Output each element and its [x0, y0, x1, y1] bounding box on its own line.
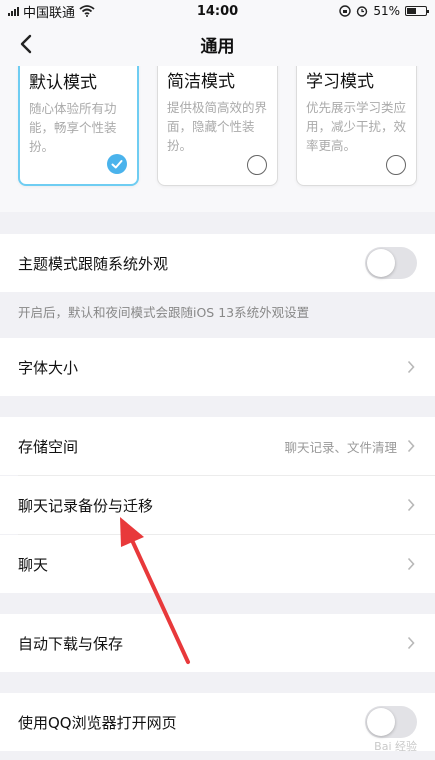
radio-icon	[247, 155, 267, 175]
chat-row[interactable]: 聊天	[0, 535, 435, 593]
carrier-label: 中国联通	[23, 5, 76, 21]
theme-follow-row[interactable]: 主题模式跟随系统外观	[0, 234, 435, 292]
chevron-right-icon	[405, 557, 417, 571]
row-label: 聊天	[18, 555, 49, 574]
mode-title: 默认模式	[29, 73, 97, 93]
chevron-right-icon	[405, 498, 417, 512]
checkmark-icon	[107, 154, 127, 174]
mode-title: 学习模式	[306, 72, 374, 92]
row-label: 字体大小	[18, 358, 79, 377]
toggle-knob	[367, 249, 395, 277]
row-label: 主题模式跟随系统外观	[18, 254, 169, 273]
auto-download-row[interactable]: 自动下载与保存	[0, 614, 435, 672]
mode-card-default[interactable]: 默认模式 随心体验所有功能，畅享个性装扮。	[18, 66, 139, 186]
chevron-right-icon	[405, 360, 417, 374]
mode-desc: 优先展示学习类应用，减少干扰，效率更高。	[306, 100, 407, 153]
chat-backup-row[interactable]: 聊天记录备份与迁移	[0, 476, 435, 534]
mode-desc: 提供极简高效的界面，隐藏个性装扮。	[167, 100, 268, 153]
mode-desc: 随心体验所有功能，畅享个性装扮。	[29, 101, 117, 154]
battery-percent: 51%	[373, 4, 401, 18]
row-label: 存储空间	[18, 437, 79, 456]
mode-card-study[interactable]: 学习模式 优先展示学习类应用，减少干扰，效率更高。	[296, 66, 417, 186]
status-left: 中国联通	[8, 2, 148, 21]
wifi-icon	[79, 5, 95, 17]
row-label: 使用QQ浏览器打开网页	[18, 713, 177, 732]
toggle-knob	[367, 708, 395, 736]
mode-selector: 默认模式 随心体验所有功能，畅享个性装扮。 简洁模式 提供极简高效的界面，隐藏个…	[0, 66, 435, 212]
mode-card-simple[interactable]: 简洁模式 提供极简高效的界面，隐藏个性装扮。	[157, 66, 278, 186]
clock: 14:00	[196, 3, 239, 19]
row-label: 自动下载与保存	[18, 634, 124, 653]
chevron-left-icon	[20, 34, 32, 54]
theme-follow-toggle[interactable]	[365, 247, 417, 279]
row-detail: 聊天记录、文件清理	[284, 439, 397, 455]
battery-icon	[405, 6, 430, 16]
theme-follow-hint: 开启后，默认和夜间模式会跟随iOS 13系统外观设置	[18, 305, 310, 320]
nav-bar: 通用	[0, 22, 435, 66]
storage-row[interactable]: 存储空间 聊天记录、文件清理	[0, 417, 435, 475]
status-bar: 中国联通 14:00 51%	[0, 0, 435, 22]
mode-title: 简洁模式	[167, 72, 235, 92]
qq-browser-toggle[interactable]	[365, 706, 417, 738]
back-button[interactable]	[12, 30, 40, 58]
row-label: 聊天记录备份与迁移	[18, 496, 154, 515]
radio-icon	[386, 155, 406, 175]
watermark: Bai 经验	[374, 740, 417, 753]
page-title: 通用	[200, 36, 235, 57]
chevron-right-icon	[405, 636, 417, 650]
font-size-row[interactable]: 字体大小	[0, 338, 435, 396]
status-right: 51%	[287, 4, 430, 18]
signal-icon	[8, 6, 19, 16]
qq-browser-row[interactable]: 使用QQ浏览器打开网页	[0, 693, 435, 751]
rotation-lock-icon	[339, 5, 352, 17]
chevron-right-icon	[405, 439, 417, 453]
alarm-icon	[357, 6, 368, 17]
